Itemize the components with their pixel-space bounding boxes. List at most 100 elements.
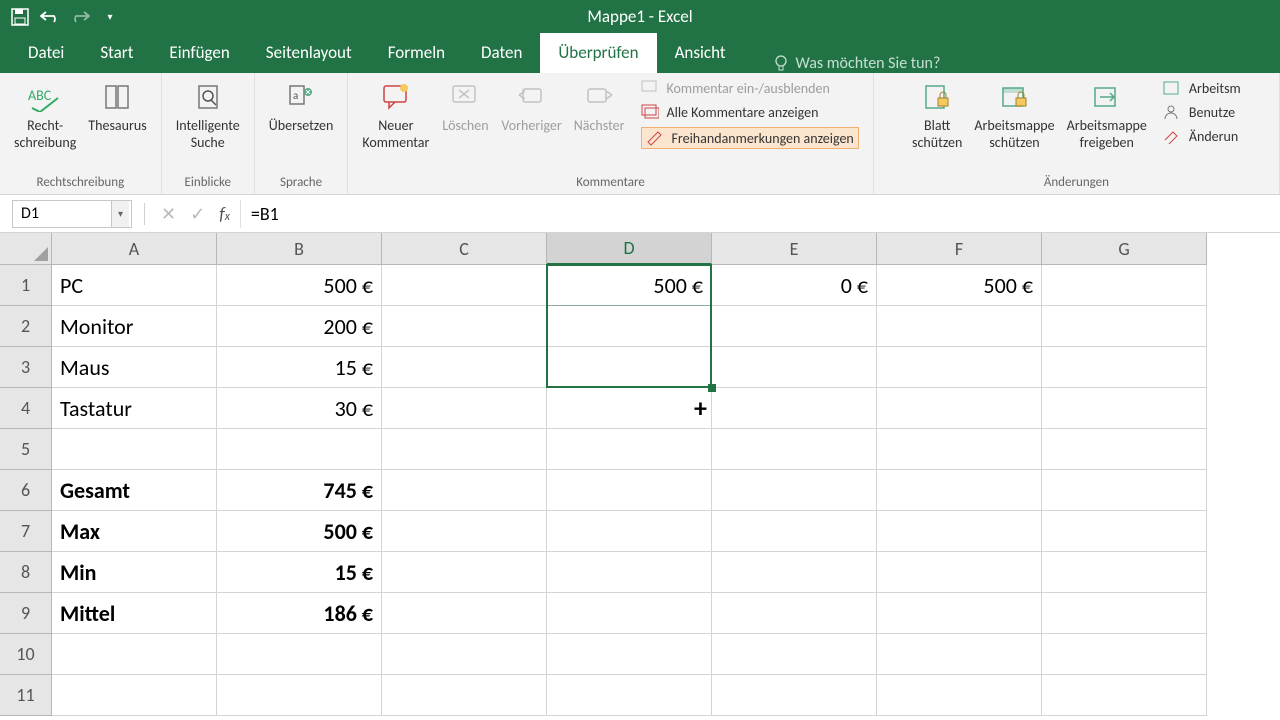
cell-G5[interactable] bbox=[1042, 429, 1207, 470]
cell-D1[interactable]: 500 € bbox=[547, 265, 712, 306]
cell-D6[interactable] bbox=[547, 470, 712, 511]
select-all-corner[interactable] bbox=[0, 233, 52, 265]
cell-C9[interactable] bbox=[382, 593, 547, 634]
cell-D7[interactable] bbox=[547, 511, 712, 552]
cell-C10[interactable] bbox=[382, 634, 547, 675]
tell-me-search[interactable]: Was möchten Sie tun? bbox=[774, 54, 941, 73]
btn-intelligente-suche[interactable]: Intelligente Suche bbox=[170, 77, 246, 153]
col-header-G[interactable]: G bbox=[1042, 233, 1207, 265]
cell-B8[interactable]: 15 € bbox=[217, 552, 382, 593]
tab-ueberpruefen[interactable]: Überprüfen bbox=[540, 32, 656, 73]
cell-C6[interactable] bbox=[382, 470, 547, 511]
tab-datei[interactable]: Datei bbox=[10, 32, 82, 73]
cell-A7[interactable]: Max bbox=[52, 511, 217, 552]
col-header-A[interactable]: A bbox=[52, 233, 217, 265]
cell-E10[interactable] bbox=[712, 634, 877, 675]
cell-G1[interactable] bbox=[1042, 265, 1207, 306]
cell-D9[interactable] bbox=[547, 593, 712, 634]
btn-aenderun-row[interactable]: Änderun bbox=[1163, 127, 1241, 145]
cell-A5[interactable] bbox=[52, 429, 217, 470]
save-icon[interactable] bbox=[10, 7, 30, 27]
cell-F4[interactable] bbox=[877, 388, 1042, 429]
cell-A10[interactable] bbox=[52, 634, 217, 675]
row-header-4[interactable]: 4 bbox=[0, 388, 52, 429]
cell-A9[interactable]: Mittel bbox=[52, 593, 217, 634]
undo-icon[interactable] bbox=[40, 7, 60, 27]
cell-C11[interactable] bbox=[382, 675, 547, 716]
cell-F10[interactable] bbox=[877, 634, 1042, 675]
cell-B3[interactable]: 15 € bbox=[217, 347, 382, 388]
row-header-3[interactable]: 3 bbox=[0, 347, 52, 388]
qat-customize-icon[interactable]: ▾ bbox=[100, 7, 120, 27]
row-header-8[interactable]: 8 bbox=[0, 552, 52, 593]
btn-rechtschreibung[interactable]: ABC Recht- schreibung bbox=[8, 77, 82, 153]
cell-A3[interactable]: Maus bbox=[52, 347, 217, 388]
cell-C2[interactable] bbox=[382, 306, 547, 347]
cell-B7[interactable]: 500 € bbox=[217, 511, 382, 552]
namebox-dropdown-icon[interactable]: ▾ bbox=[111, 201, 129, 227]
col-header-B[interactable]: B bbox=[217, 233, 382, 265]
name-box[interactable]: D1 ▾ bbox=[12, 200, 132, 228]
cell-A8[interactable]: Min bbox=[52, 552, 217, 593]
cell-G9[interactable] bbox=[1042, 593, 1207, 634]
tab-daten[interactable]: Daten bbox=[463, 32, 540, 73]
cell-B1[interactable]: 500 € bbox=[217, 265, 382, 306]
btn-arbeitsmappe-schuetzen[interactable]: Arbeitsmappe schützen bbox=[968, 77, 1060, 153]
cell-F11[interactable] bbox=[877, 675, 1042, 716]
btn-alle-kommentare[interactable]: Alle Kommentare anzeigen bbox=[641, 103, 859, 121]
cell-E11[interactable] bbox=[712, 675, 877, 716]
row-header-7[interactable]: 7 bbox=[0, 511, 52, 552]
cell-F5[interactable] bbox=[877, 429, 1042, 470]
row-header-6[interactable]: 6 bbox=[0, 470, 52, 511]
cell-B11[interactable] bbox=[217, 675, 382, 716]
btn-freihand[interactable]: Freihandanmerkungen anzeigen bbox=[641, 127, 859, 149]
col-header-F[interactable]: F bbox=[877, 233, 1042, 265]
cell-E4[interactable] bbox=[712, 388, 877, 429]
cell-B10[interactable] bbox=[217, 634, 382, 675]
cell-G7[interactable] bbox=[1042, 511, 1207, 552]
cell-A2[interactable]: Monitor bbox=[52, 306, 217, 347]
cell-D11[interactable] bbox=[547, 675, 712, 716]
btn-arbeitsmappe-freigeben[interactable]: Arbeitsmappe freigeben bbox=[1061, 77, 1153, 153]
cell-G4[interactable] bbox=[1042, 388, 1207, 429]
cell-A6[interactable]: Gesamt bbox=[52, 470, 217, 511]
cell-A11[interactable] bbox=[52, 675, 217, 716]
fx-icon[interactable]: fx bbox=[219, 203, 230, 225]
cell-D4[interactable] bbox=[547, 388, 712, 429]
row-header-11[interactable]: 11 bbox=[0, 675, 52, 716]
cell-G2[interactable] bbox=[1042, 306, 1207, 347]
fill-handle[interactable] bbox=[708, 384, 716, 392]
cell-E1[interactable]: 0 € bbox=[712, 265, 877, 306]
cell-F3[interactable] bbox=[877, 347, 1042, 388]
btn-benutzer-row[interactable]: Benutze bbox=[1163, 103, 1241, 121]
cell-F1[interactable]: 500 € bbox=[877, 265, 1042, 306]
btn-thesaurus[interactable]: Thesaurus bbox=[82, 77, 152, 136]
tab-seitenlayout[interactable]: Seitenlayout bbox=[248, 32, 370, 73]
row-header-2[interactable]: 2 bbox=[0, 306, 52, 347]
cell-E9[interactable] bbox=[712, 593, 877, 634]
cell-C8[interactable] bbox=[382, 552, 547, 593]
cell-D10[interactable] bbox=[547, 634, 712, 675]
row-header-5[interactable]: 5 bbox=[0, 429, 52, 470]
cell-E5[interactable] bbox=[712, 429, 877, 470]
cell-C3[interactable] bbox=[382, 347, 547, 388]
btn-neuer-kommentar[interactable]: Neuer Kommentar bbox=[356, 77, 435, 153]
cell-A4[interactable]: Tastatur bbox=[52, 388, 217, 429]
formula-input[interactable]: =B1 bbox=[240, 200, 1280, 228]
cell-E7[interactable] bbox=[712, 511, 877, 552]
col-header-C[interactable]: C bbox=[382, 233, 547, 265]
tab-einfuegen[interactable]: Einfügen bbox=[151, 32, 247, 73]
btn-blatt-schuetzen[interactable]: Blatt schützen bbox=[906, 77, 968, 153]
cell-A1[interactable]: PC bbox=[52, 265, 217, 306]
cell-D5[interactable] bbox=[547, 429, 712, 470]
cell-B9[interactable]: 186 € bbox=[217, 593, 382, 634]
cell-E3[interactable] bbox=[712, 347, 877, 388]
cell-F8[interactable] bbox=[877, 552, 1042, 593]
row-header-1[interactable]: 1 bbox=[0, 265, 52, 306]
cell-D3[interactable] bbox=[547, 347, 712, 388]
cell-C5[interactable] bbox=[382, 429, 547, 470]
cell-B5[interactable] bbox=[217, 429, 382, 470]
col-header-D[interactable]: D bbox=[547, 233, 712, 265]
cell-F2[interactable] bbox=[877, 306, 1042, 347]
cell-E8[interactable] bbox=[712, 552, 877, 593]
